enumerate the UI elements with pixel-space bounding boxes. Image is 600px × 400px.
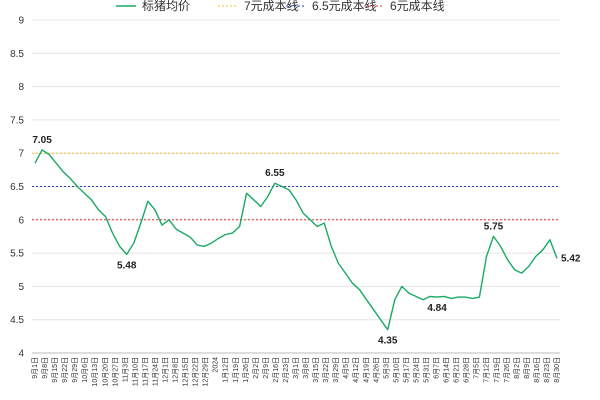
x-tick-label: 7月12日 — [483, 357, 491, 383]
legend-label: 6元成本线 — [390, 0, 445, 13]
y-tick-label: 9 — [18, 16, 24, 27]
x-tick-label: 10月13日 — [91, 357, 99, 387]
series-line — [34, 149, 558, 331]
x-tick-label: 1月26日 — [242, 357, 250, 383]
x-tick-label: 11月24日 — [152, 357, 160, 386]
data-label: 5.75 — [484, 221, 504, 232]
x-tick-label: 5月24日 — [413, 357, 421, 383]
legend-item[interactable]: 标猪均价 — [116, 0, 190, 13]
x-tick-label: 2月23日 — [282, 357, 290, 383]
x-tick-label: 8月16日 — [533, 357, 541, 383]
x-tick-label: 1月19日 — [232, 357, 240, 383]
y-tick-label: 6 — [18, 215, 24, 226]
x-tick-label: 3月22日 — [322, 357, 330, 383]
x-tick-label: 10月6日 — [81, 357, 89, 383]
legend-label: 6.5元成本线 — [312, 0, 377, 13]
data-label: 5.42 — [561, 253, 581, 264]
y-tick-label: 4 — [18, 349, 24, 360]
x-tick-label: 5月3日 — [382, 357, 390, 379]
x-tick-label: 4月12日 — [352, 357, 360, 383]
x-tick-label: 9月8日 — [41, 357, 49, 379]
legend-label: 标猪均价 — [142, 0, 190, 13]
y-tick-label: 5 — [18, 282, 24, 293]
data-label: 5.48 — [117, 260, 137, 271]
x-tick-label: 8月9日 — [523, 357, 531, 379]
legend: 标猪均价 7元成本线 6.5元成本线 6元成本线 — [116, 0, 445, 13]
x-tick-label: 12月29日 — [202, 357, 210, 387]
x-axis: 9月1日 9月8日 9月15日 9月22日 9月29日 10月6日 10月13日 10月20日… — [31, 357, 561, 387]
series-layer — [34, 149, 558, 331]
x-tick-label: 5月10日 — [392, 357, 400, 383]
x-tick-label: 6月28日 — [463, 357, 471, 383]
data-labels: 7.05 5.48 6.55 4.35 4.84 5.75 5.42 — [32, 135, 581, 347]
y-axis: 4 4.5 5 5.5 6 6.5 7 7.5 8 8.5 9 — [10, 16, 24, 360]
x-tick-label: 3月1日 — [292, 357, 300, 379]
x-tick-label: 5月31日 — [423, 357, 431, 383]
x-tick-label: 7月26日 — [503, 357, 511, 383]
y-tick-label: 4.5 — [10, 315, 24, 326]
x-tick-label: 9月1日 — [31, 357, 39, 379]
x-tick-label: 1月12日 — [222, 357, 230, 383]
x-tick-label: 8月2日 — [513, 357, 521, 379]
x-tick-label: 9月15日 — [51, 357, 59, 383]
x-tick-label: 12月22日 — [192, 357, 200, 387]
x-tick-label: 11月10日 — [131, 357, 139, 386]
y-tick-label: 8 — [18, 82, 24, 93]
x-tick-label: 9月22日 — [61, 357, 69, 383]
x-tick-label: 11月17日 — [141, 357, 149, 386]
legend-item[interactable]: 6.5元成本线 — [286, 0, 377, 13]
x-tick-label: 4月5日 — [342, 357, 350, 379]
x-tick-label: 6月21日 — [453, 357, 461, 383]
x-tick-label: 12月8日 — [172, 357, 180, 383]
y-tick-label: 8.5 — [10, 49, 24, 60]
x-tick-label: 6月7日 — [433, 357, 441, 379]
x-tick-label: 10月20日 — [101, 357, 109, 387]
y-tick-label: 5.5 — [10, 249, 24, 260]
x-tick-label: 10月27日 — [111, 357, 119, 387]
x-tick-label: 5月17日 — [402, 357, 410, 383]
x-tick-label: 2024 — [213, 357, 220, 373]
x-tick-label: 12月15日 — [182, 357, 190, 387]
x-tick-label: 3月29日 — [332, 357, 340, 383]
data-label: 7.05 — [32, 135, 52, 146]
x-tick-label: 8月30日 — [553, 357, 561, 383]
x-tick-label: 8月23日 — [543, 357, 551, 383]
y-tick-label: 6.5 — [10, 182, 24, 193]
data-label: 4.35 — [378, 336, 398, 347]
x-tick-label: 4月26日 — [372, 357, 380, 383]
y-tick-label: 7.5 — [10, 115, 24, 126]
x-tick-label: 3月8日 — [302, 357, 310, 379]
y-tick-label: 7 — [18, 149, 24, 160]
x-tick-label: 11月3日 — [121, 357, 129, 382]
x-tick-label: 4月19日 — [362, 357, 370, 383]
x-tick-label: 12月1日 — [162, 357, 170, 383]
x-tick-label: 7月19日 — [493, 357, 501, 383]
x-tick-label: 2月2日 — [252, 357, 260, 379]
x-tick-label: 3月15日 — [312, 357, 320, 383]
x-tick-label: 9月29日 — [71, 357, 79, 383]
x-tick-label: 6月14日 — [443, 357, 451, 383]
data-label: 4.84 — [427, 303, 447, 314]
chart: 7.05 5.48 6.55 4.35 4.84 5.75 5.42 4 4.5 5 5.5 6 6.… — [10, 0, 581, 387]
data-label: 6.55 — [265, 168, 285, 179]
x-tick-label: 2月9日 — [262, 357, 270, 379]
x-tick-label: 2月16日 — [272, 357, 280, 383]
x-tick-label: 7月5日 — [473, 357, 481, 379]
